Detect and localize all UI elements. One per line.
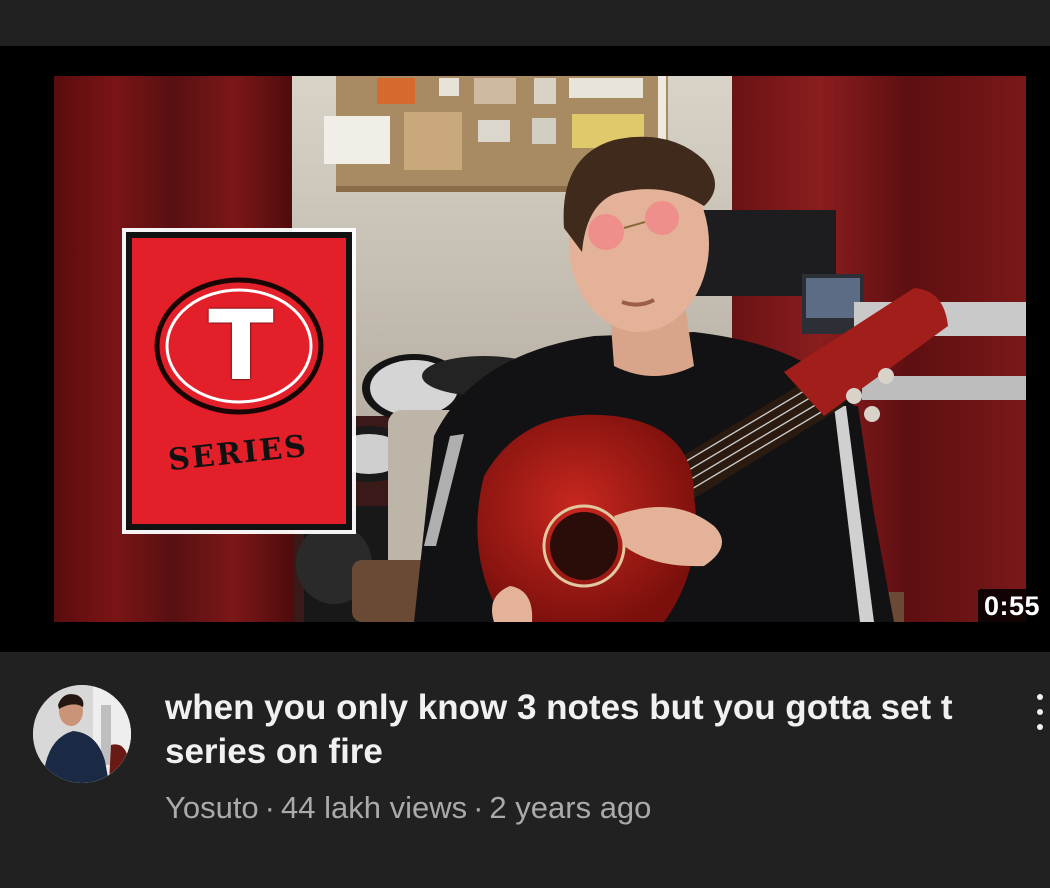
separator: · <box>473 790 484 825</box>
t-series-logo-letter: T <box>208 290 274 402</box>
view-count: 44 lakh views <box>281 790 468 825</box>
separator: · <box>264 790 275 825</box>
channel-name[interactable]: Yosuto <box>165 790 259 825</box>
upload-age: 2 years ago <box>489 790 652 825</box>
duration-badge: 0:55 <box>977 589 1046 624</box>
video-thumbnail[interactable]: T SERIES 0:55 <box>0 46 1050 652</box>
video-title[interactable]: when you only know 3 notes but you gotta… <box>165 686 995 774</box>
top-bar <box>0 0 1050 46</box>
channel-avatar[interactable] <box>33 685 131 783</box>
video-info: when you only know 3 notes but you gotta… <box>0 652 1050 888</box>
thumbnail-image: T SERIES <box>54 76 1026 622</box>
more-vertical-icon[interactable] <box>1028 690 1050 734</box>
video-metadata: Yosuto · 44 lakh views · 2 years ago <box>165 790 651 826</box>
